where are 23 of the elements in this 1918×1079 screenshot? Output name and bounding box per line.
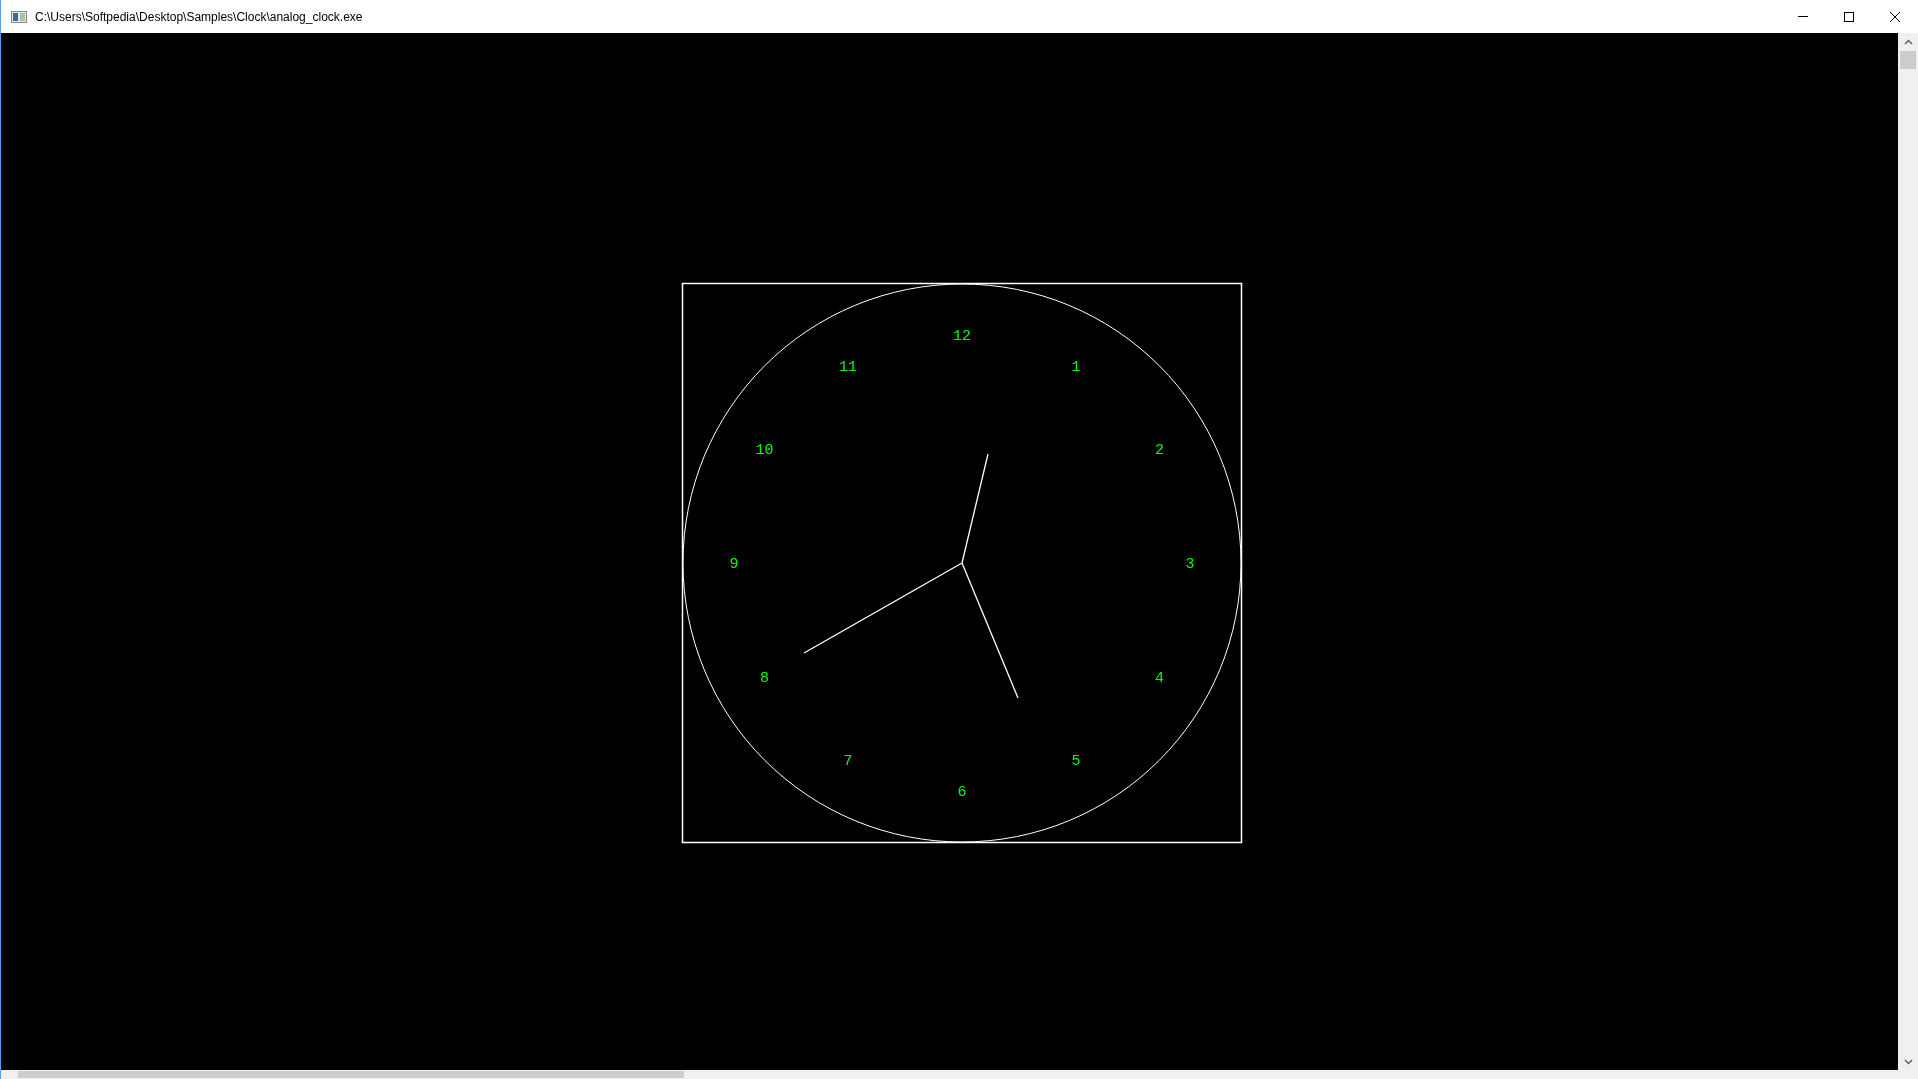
clock-numeral: 1 (1071, 358, 1081, 376)
window-title: C:\Users\Softpedia\Desktop\Samples\Clock\analog_clock.exe (35, 8, 363, 26)
maximize-icon (1844, 11, 1854, 22)
clock-numeral: 4 (1154, 670, 1164, 687)
clock-numeral: 6 (957, 784, 967, 801)
scrollbar-thumb[interactable] (1900, 51, 1916, 69)
clock-numeral: 9 (729, 556, 739, 573)
scroll-down-icon[interactable] (1903, 1059, 1913, 1065)
clock-numeral: 3 (1185, 556, 1195, 573)
console-window-icon (11, 10, 27, 23)
horizontal-scrollbar[interactable] (1, 1070, 1918, 1079)
clock-numeral: 7 (843, 753, 853, 771)
scrollbar-thumb[interactable] (18, 1071, 684, 1078)
vertical-scrollbar[interactable] (1898, 33, 1918, 1070)
clock-numeral: 5 (1071, 753, 1081, 771)
clock-numeral: 8 (760, 670, 770, 687)
minimize-icon (1798, 16, 1808, 17)
clock-numeral: 11 (839, 358, 857, 376)
scroll-up-icon[interactable] (1903, 39, 1913, 45)
clock-numeral: 12 (953, 328, 971, 345)
clock-numeral: 10 (755, 442, 774, 459)
close-icon (1890, 11, 1900, 22)
clock-numeral: 2 (1154, 442, 1164, 459)
